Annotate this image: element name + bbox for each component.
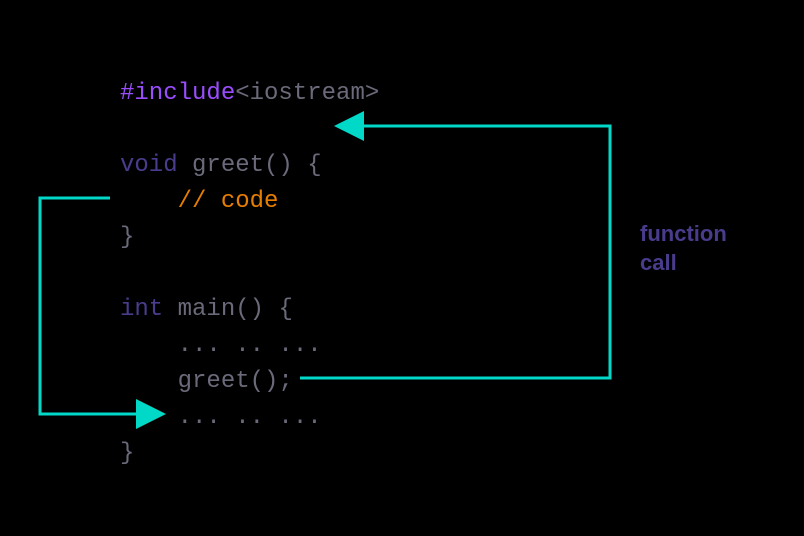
close-brace-main: } — [120, 440, 134, 467]
include-directive: #include — [120, 80, 235, 107]
greet-declaration: greet() { — [178, 152, 322, 179]
close-brace-greet: } — [120, 224, 134, 251]
code-block: #include<iostream> void greet() { // cod… — [120, 40, 379, 472]
code-comment: // code — [178, 188, 279, 215]
int-keyword: int — [120, 296, 163, 323]
greet-call: greet(); — [178, 368, 293, 395]
annotation-line-2: call — [640, 249, 727, 278]
main-declaration: main() { — [163, 296, 293, 323]
include-header: <iostream> — [235, 80, 379, 107]
ellipsis-after: ... .. ... — [178, 404, 322, 431]
void-keyword: void — [120, 152, 178, 179]
ellipsis-before: ... .. ... — [178, 332, 322, 359]
annotation-line-1: function — [640, 220, 727, 249]
function-call-annotation: function call — [640, 220, 727, 277]
